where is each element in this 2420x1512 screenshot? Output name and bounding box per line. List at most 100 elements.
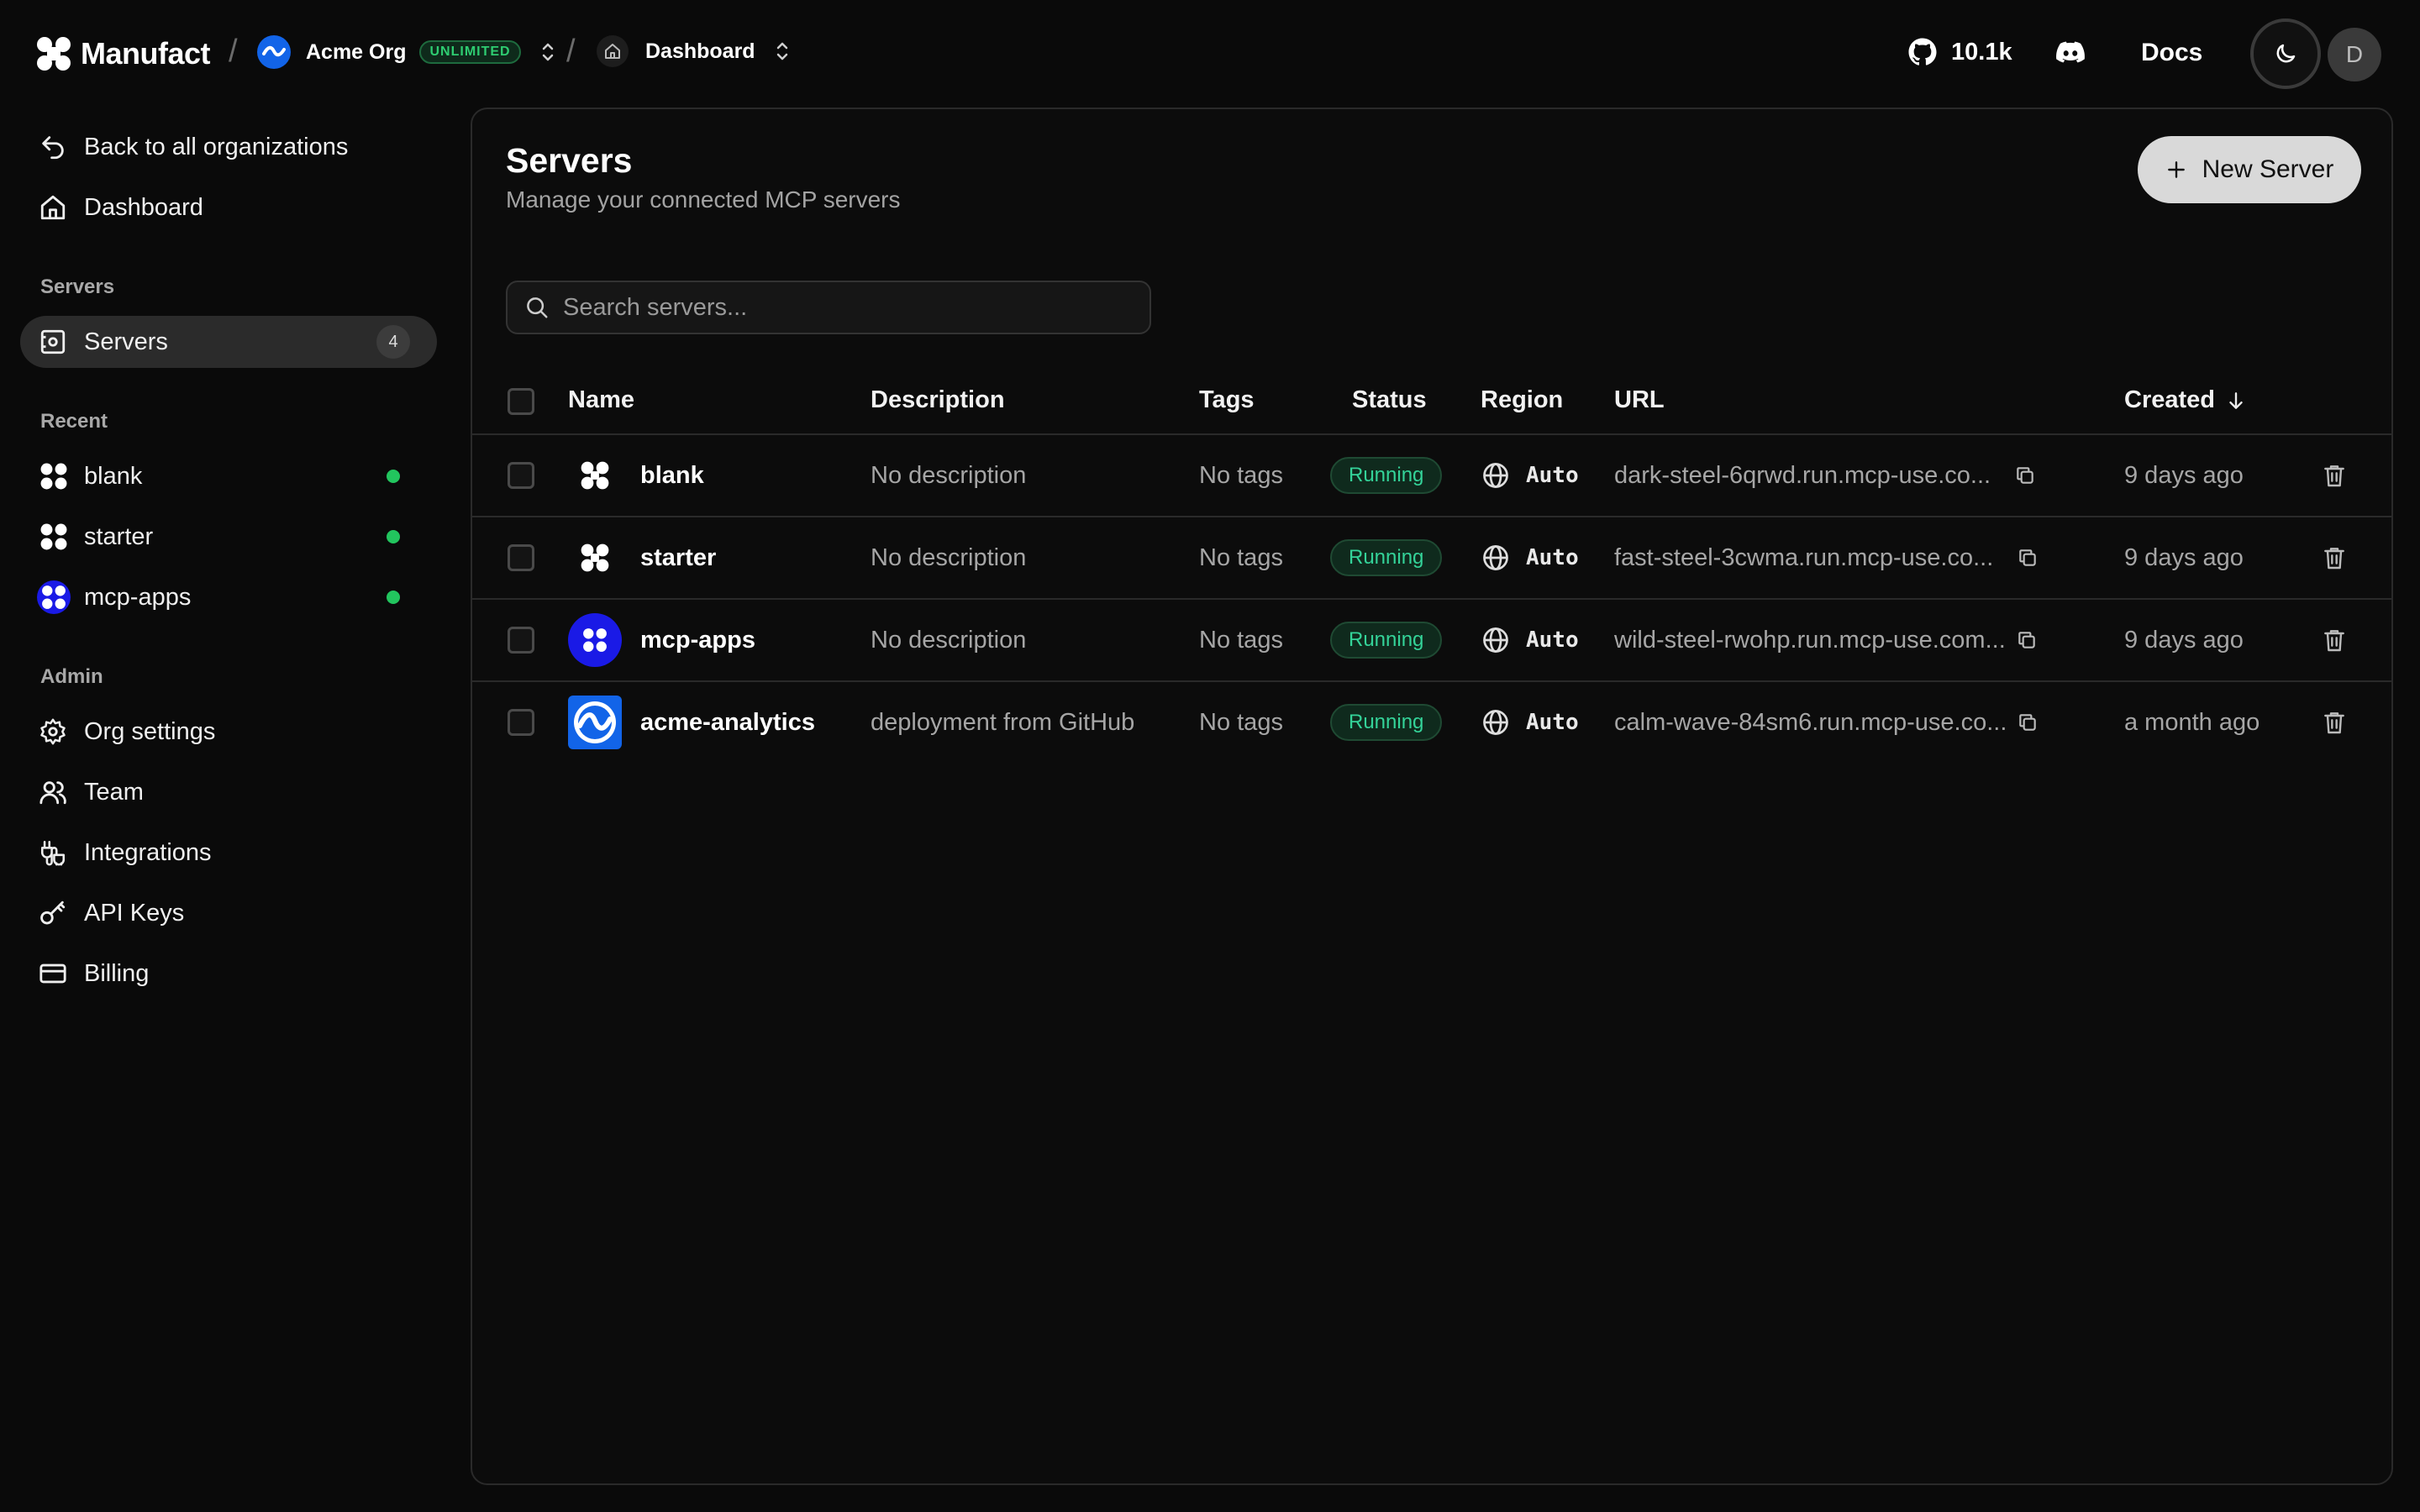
table-row[interactable]: acme-analytics deployment from GitHub No… <box>472 682 2391 763</box>
search-input[interactable] <box>563 293 1118 322</box>
home-icon <box>597 35 629 67</box>
globe-icon <box>1483 463 1508 488</box>
recent-item-label: mcp-apps <box>84 583 192 611</box>
column-header-name[interactable]: Name <box>568 386 634 414</box>
status-badge: Running <box>1330 457 1443 494</box>
row-checkbox[interactable] <box>508 627 534 654</box>
chevron-up-down-icon <box>776 42 787 60</box>
column-header-status[interactable]: Status <box>1352 386 1427 414</box>
server-name[interactable]: blank <box>640 435 704 516</box>
brand-name: Manufact <box>81 36 211 71</box>
github-link[interactable]: 10.1k <box>1907 37 2012 67</box>
server-created: a month ago <box>2124 708 2260 736</box>
sidebar-item-label: Billing <box>84 959 150 987</box>
discord-link[interactable] <box>2055 39 2086 71</box>
sidebar-item-api-keys[interactable]: API Keys <box>20 887 437 939</box>
row-checkbox[interactable] <box>508 462 534 489</box>
server-created: 9 days ago <box>2124 461 2244 489</box>
sidebar-item-label: Integrations <box>84 838 212 866</box>
brand[interactable]: Manufact <box>35 35 211 72</box>
recent-item-starter[interactable]: starter <box>20 511 437 563</box>
sidebar-item-servers[interactable]: Servers 4 <box>20 316 437 368</box>
user-avatar[interactable]: D <box>2328 28 2381 81</box>
breadcrumb-separator: / <box>229 34 238 69</box>
undo-arrow-icon <box>42 136 64 160</box>
sidebar-item-label: Servers <box>84 328 168 355</box>
server-name[interactable]: mcp-apps <box>640 600 755 680</box>
copy-icon[interactable] <box>2014 465 2036 486</box>
github-icon <box>1908 38 1937 66</box>
new-server-button[interactable]: New Server <box>2138 136 2361 203</box>
table-row[interactable]: mcp-apps No description No tags Running … <box>472 600 2391 680</box>
row-checkbox[interactable] <box>508 709 534 736</box>
trash-icon[interactable] <box>2321 709 2348 736</box>
plug-icon <box>40 840 66 866</box>
org-switcher[interactable]: Acme Org UNLIMITED <box>257 35 556 69</box>
back-to-organizations-link[interactable]: Back to all organizations <box>20 121 437 173</box>
server-url[interactable]: wild-steel-rwohp.run.mcp-use.com... <box>1614 627 2006 654</box>
recent-item-label: blank <box>84 462 143 490</box>
server-name[interactable]: starter <box>640 517 716 598</box>
column-header-url[interactable]: URL <box>1614 386 1665 414</box>
moon-icon <box>2276 44 2296 63</box>
column-header-description[interactable]: Description <box>871 386 1005 414</box>
credit-card-icon <box>39 963 66 984</box>
trash-icon[interactable] <box>2321 627 2348 654</box>
plan-badge: UNLIMITED <box>419 40 521 64</box>
server-region: Auto <box>1526 627 1579 653</box>
globe-icon <box>1483 627 1508 653</box>
top-bar: Manufact / Acme Org UNLIMITED / Dashboar… <box>0 0 2420 108</box>
mcp-apps-logo-icon <box>568 613 622 667</box>
status-dot <box>387 591 400 604</box>
column-header-tags[interactable]: Tags <box>1199 386 1255 414</box>
table-row[interactable]: blank No description No tags Running Aut… <box>472 435 2391 516</box>
servers-panel: Servers Manage your connected MCP server… <box>471 108 2393 1485</box>
recent-item-blank[interactable]: blank <box>20 450 437 502</box>
recent-item-mcp-apps[interactable]: mcp-apps <box>20 571 437 623</box>
trash-icon[interactable] <box>2321 462 2348 489</box>
back-label: Back to all organizations <box>84 133 349 160</box>
discord-icon <box>2056 41 2085 63</box>
manufact-logo-icon <box>568 531 622 585</box>
page-title: Servers <box>506 141 633 180</box>
manufact-logo-icon <box>568 449 622 502</box>
server-url[interactable]: fast-steel-3cwma.run.mcp-use.co... <box>1614 544 1993 572</box>
docs-link[interactable]: Docs <box>2141 39 2202 67</box>
sidebar-item-label: Dashboard <box>84 193 203 221</box>
server-description: No description <box>871 543 1027 571</box>
sidebar-item-team[interactable]: Team <box>20 766 437 818</box>
manufact-logo-icon <box>37 37 71 71</box>
server-url[interactable]: dark-steel-6qrwd.run.mcp-use.co... <box>1614 462 1991 490</box>
column-header-created[interactable]: Created <box>2124 386 2247 414</box>
column-header-region[interactable]: Region <box>1481 386 1563 414</box>
copy-icon[interactable] <box>2016 629 2038 651</box>
key-icon <box>40 900 66 925</box>
gear-icon <box>40 718 66 745</box>
table-row[interactable]: starter No description No tags Running A… <box>472 517 2391 598</box>
manufact-logo-icon <box>37 520 71 554</box>
page-switcher[interactable]: Dashboard <box>597 35 791 67</box>
server-tags: No tags <box>1199 708 1283 736</box>
org-name: Acme Org <box>306 39 407 64</box>
users-icon <box>39 781 66 805</box>
server-name[interactable]: acme-analytics <box>640 682 815 763</box>
status-badge: Running <box>1330 704 1443 741</box>
copy-icon[interactable] <box>2017 547 2039 569</box>
sidebar-item-integrations[interactable]: Integrations <box>20 827 437 879</box>
copy-icon[interactable] <box>2017 711 2039 733</box>
server-tags: No tags <box>1199 543 1283 571</box>
server-url[interactable]: calm-wave-84sm6.run.mcp-use.co... <box>1614 709 2007 737</box>
row-checkbox[interactable] <box>508 544 534 571</box>
server-description: No description <box>871 626 1027 654</box>
trash-icon[interactable] <box>2321 544 2348 571</box>
select-all-checkbox[interactable] <box>508 388 534 415</box>
server-tags: No tags <box>1199 461 1283 489</box>
sidebar-item-org-settings[interactable]: Org settings <box>20 706 437 758</box>
sidebar-item-dashboard[interactable]: Dashboard <box>20 181 437 234</box>
plus-icon <box>2167 161 2185 178</box>
sidebar-item-billing[interactable]: Billing <box>20 948 437 1000</box>
recent-item-label: starter <box>84 522 154 550</box>
server-tags: No tags <box>1199 626 1283 654</box>
section-label-servers: Servers <box>40 276 115 298</box>
theme-toggle-button[interactable] <box>2228 18 2343 89</box>
